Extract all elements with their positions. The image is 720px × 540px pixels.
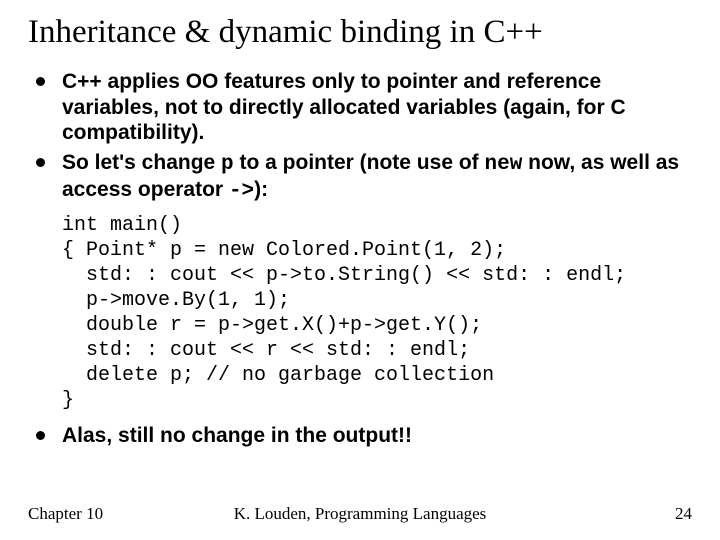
bullet-item: So let's change p to a pointer (note use… bbox=[32, 150, 692, 205]
bullet-list: Alas, still no change in the output!! bbox=[28, 423, 692, 449]
page-title: Inheritance & dynamic binding in C++ bbox=[28, 14, 692, 51]
bullet-text: So let's change bbox=[62, 151, 221, 174]
inline-code: -> bbox=[229, 180, 254, 203]
inline-code: p bbox=[221, 153, 234, 176]
footer: Chapter 10 K. Louden, Programming Langua… bbox=[28, 504, 692, 524]
bullet-text: C++ applies OO features only to pointer … bbox=[62, 70, 626, 144]
bullet-item: Alas, still no change in the output!! bbox=[32, 423, 692, 449]
bullet-text: Alas, still no change in the output!! bbox=[62, 424, 412, 447]
inline-code: new bbox=[485, 153, 523, 176]
bullet-item: C++ applies OO features only to pointer … bbox=[32, 69, 692, 146]
code-block: int main() { Point* p = new Colored.Poin… bbox=[62, 213, 692, 413]
footer-center: K. Louden, Programming Languages bbox=[28, 504, 692, 524]
bullet-text: to a pointer (note use of bbox=[234, 151, 485, 174]
bullet-list: C++ applies OO features only to pointer … bbox=[28, 69, 692, 205]
bullet-text: ): bbox=[254, 178, 268, 201]
slide: Inheritance & dynamic binding in C++ C++… bbox=[0, 0, 720, 540]
